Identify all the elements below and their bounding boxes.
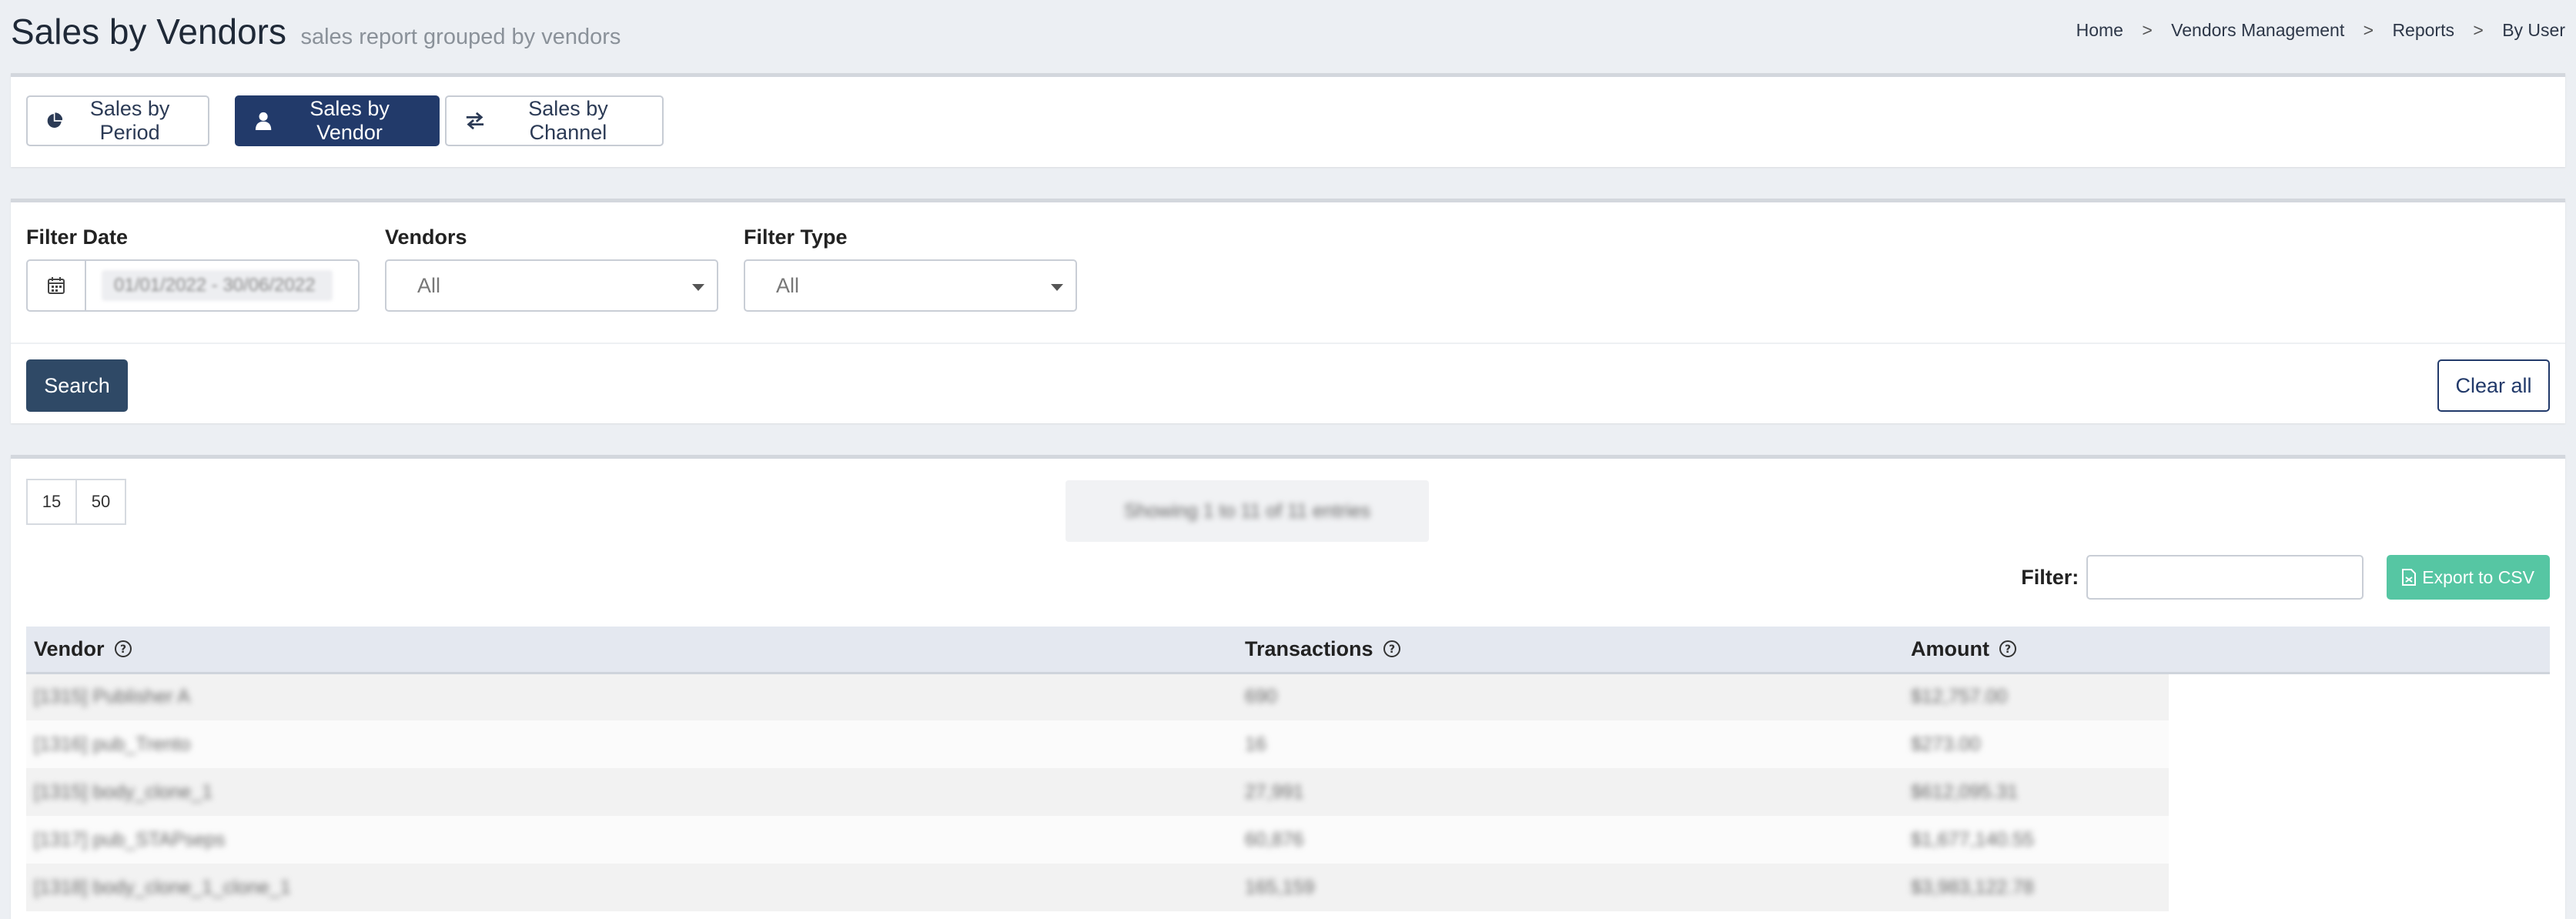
page-length-15-button[interactable]: 15	[26, 479, 77, 525]
export-csv-button[interactable]: Export to CSV	[2387, 555, 2550, 600]
divider	[11, 343, 2565, 344]
breadcrumb: Home > Vendors Management > Reports > By…	[2076, 20, 2565, 41]
calendar-icon	[48, 277, 65, 294]
filter-type-label: Filter Type	[744, 226, 848, 249]
date-range-input[interactable]: 01/01/2022 - 30/06/2022	[85, 259, 360, 312]
help-icon[interactable]: ?	[114, 640, 132, 658]
column-header-vendor[interactable]: Vendor?	[26, 627, 1237, 674]
breadcrumb-reports[interactable]: Reports	[2392, 20, 2454, 41]
amount-cell: $12,757.00	[1911, 686, 2008, 708]
breadcrumb-separator: >	[2142, 20, 2153, 40]
report-tabs-card: Sales by Period Sales by Vendor Sales by…	[11, 73, 2565, 167]
vendors-select[interactable]: All	[385, 259, 718, 312]
table-filter-input[interactable]	[2086, 555, 2364, 600]
page-header: Sales by Vendors sales report grouped by…	[11, 11, 2565, 57]
chevron-down-icon	[1051, 284, 1063, 291]
amount-cell: $612,095.31	[1911, 780, 2019, 803]
tab-sales-by-vendor[interactable]: Sales by Vendor	[235, 95, 440, 146]
vendors-label: Vendors	[385, 226, 467, 249]
transactions-cell: 165,159	[1245, 876, 1315, 898]
clear-all-button[interactable]: Clear all	[2437, 359, 2550, 412]
filter-date-label: Filter Date	[26, 226, 129, 249]
user-icon	[255, 112, 272, 131]
transactions-cell: 690	[1245, 686, 1277, 708]
table-info-text: Showing 1 to 11 of 11 entries	[1123, 500, 1371, 522]
help-icon[interactable]: ?	[1999, 640, 2017, 658]
search-button[interactable]: Search	[26, 359, 128, 412]
column-header-amount[interactable]: Amount?	[1903, 627, 2169, 674]
svg-text:?: ?	[1389, 643, 1395, 656]
filter-card: Filter Date 01/01/2022 - 30/06/2022 Vend…	[11, 199, 2565, 423]
transactions-cell: 27,991	[1245, 780, 1304, 803]
tab-label: Sales by Channel	[528, 97, 608, 144]
breadcrumb-by-user: By User	[2502, 20, 2565, 40]
table-info: Showing 1 to 11 of 11 entries	[1066, 480, 1429, 542]
breadcrumb-vendors-management[interactable]: Vendors Management	[2171, 20, 2344, 41]
help-icon[interactable]: ?	[1383, 640, 1401, 658]
table-filter-row: Filter: Export to CSV	[2021, 554, 2550, 600]
table-filter-label: Filter:	[2021, 565, 2079, 589]
file-csv-icon	[2402, 569, 2417, 586]
page-length-50-button[interactable]: 50	[75, 479, 126, 525]
vendor-cell: [1318] body_clone_1_clone_1	[34, 876, 291, 898]
table-row[interactable]: [1318] body_clone_1_clone_1 165,159 $3,9…	[26, 864, 2550, 911]
tab-sales-by-period[interactable]: Sales by Period	[26, 95, 209, 146]
breadcrumb-home[interactable]: Home	[2076, 20, 2123, 41]
exchange-icon	[466, 112, 484, 130]
chevron-down-icon	[692, 284, 704, 291]
transactions-cell: 60,876	[1245, 828, 1304, 850]
page-title: Sales by Vendors	[11, 12, 287, 52]
vendor-cell: [1315] Publisher A	[34, 686, 190, 708]
breadcrumb-separator: >	[2473, 20, 2484, 40]
table-row[interactable]: [1316] pub_Trento 16 $273.00	[26, 720, 2550, 768]
amount-cell: $3,983,122.78	[1911, 876, 2034, 898]
table-row[interactable]: [1317] pub_STAPseps 60,876 $1,677,140.55	[26, 816, 2550, 864]
vendors-sales-table: Vendor? Transactions? Amount? [1315] Pub…	[26, 627, 2550, 911]
page-length-group: 15 50	[26, 479, 126, 525]
filter-type-select-value: All	[776, 273, 800, 297]
amount-cell: $1,677,140.55	[1911, 828, 2034, 850]
vendors-select-value: All	[417, 273, 441, 297]
pie-chart-icon	[47, 112, 63, 128]
filter-type-select[interactable]: All	[744, 259, 1077, 312]
svg-text:?: ?	[2005, 643, 2011, 656]
breadcrumb-separator: >	[2363, 20, 2374, 40]
calendar-button[interactable]	[26, 259, 86, 312]
transactions-cell: 16	[1245, 733, 1266, 755]
table-row[interactable]: [1315] body_clone_1 27,991 $612,095.31	[26, 768, 2550, 816]
vendor-cell: [1317] pub_STAPseps	[34, 828, 226, 850]
tab-label: Sales by Period	[89, 97, 170, 144]
vendor-cell: [1316] pub_Trento	[34, 733, 191, 755]
table-row[interactable]: [1315] Publisher A 690 $12,757.00	[26, 673, 2550, 720]
page-subtitle: sales report grouped by vendors	[300, 25, 621, 49]
tab-label: Sales by Vendor	[309, 97, 390, 144]
column-header-transactions[interactable]: Transactions?	[1237, 627, 1903, 674]
export-csv-label: Export to CSV	[2422, 566, 2534, 587]
svg-text:?: ?	[119, 643, 125, 656]
column-header-empty	[2169, 627, 2550, 674]
date-range-value: 01/01/2022 - 30/06/2022	[102, 270, 333, 301]
date-range-group: 01/01/2022 - 30/06/2022	[26, 259, 360, 312]
tab-sales-by-channel[interactable]: Sales by Channel	[445, 95, 664, 146]
amount-cell: $273.00	[1911, 733, 1981, 755]
vendor-cell: [1315] body_clone_1	[34, 780, 213, 803]
table-header-row: Vendor? Transactions? Amount?	[26, 627, 2550, 674]
results-card: 15 50 Showing 1 to 11 of 11 entries Filt…	[11, 455, 2565, 919]
